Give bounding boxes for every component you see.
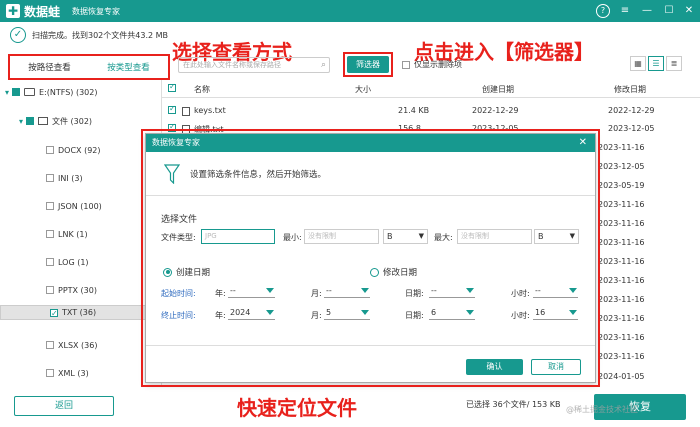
modified-date: 2023-11-16 bbox=[598, 219, 645, 228]
tree-item-log[interactable]: LOG (1) bbox=[0, 250, 162, 274]
tree-item-label: LOG (1) bbox=[58, 257, 89, 267]
col-modified[interactable]: 修改日期 bbox=[614, 84, 646, 95]
select-all-checkbox[interactable] bbox=[168, 82, 176, 92]
watermark: @稀土掘金技术社区 bbox=[566, 405, 638, 414]
only-deleted-box[interactable] bbox=[402, 60, 410, 69]
scan-status-text: 扫描完成。找到302个文件共43.2 MB bbox=[32, 30, 169, 40]
row-created: 2022-12-29 bbox=[472, 106, 519, 115]
view-mode-icons: ▦ ☰ ≣ bbox=[628, 56, 682, 71]
tree-item-json[interactable]: JSON (100) bbox=[0, 194, 162, 218]
modified-date: 2023-11-16 bbox=[598, 314, 645, 323]
search-input[interactable]: 在此处输入文件名称或保存路径 ⌕ bbox=[178, 57, 330, 73]
tree-checkbox[interactable] bbox=[46, 230, 54, 238]
annotation-box-dialog bbox=[141, 129, 600, 387]
logo-text: 数据蛙 bbox=[24, 4, 61, 19]
tree-item-folder[interactable]: ▾ 文件 (302) bbox=[0, 109, 162, 133]
file-icon bbox=[182, 107, 190, 116]
title-bar: ✚ 数据蛙 数据恢复专家 ? ≡ — ☐ ✕ bbox=[0, 0, 700, 22]
folder-icon bbox=[38, 117, 48, 125]
row-checkbox[interactable] bbox=[168, 104, 176, 114]
tree-checkbox[interactable] bbox=[46, 286, 54, 294]
tree-item-label: JSON (100) bbox=[58, 201, 102, 211]
tree-checkbox[interactable] bbox=[46, 341, 54, 349]
tree-checkbox[interactable] bbox=[12, 86, 20, 96]
modified-date: 2023-11-16 bbox=[598, 295, 645, 304]
tree-item-drive[interactable]: ▾ E:(NTFS) (302) bbox=[0, 80, 162, 104]
menu-icon[interactable]: ≡ bbox=[618, 4, 632, 18]
tree-item-docx[interactable]: DOCX (92) bbox=[0, 138, 162, 162]
col-name[interactable]: 名称 bbox=[194, 84, 210, 95]
caret-down-icon[interactable]: ▾ bbox=[16, 117, 26, 126]
tree-item-label: PPTX (30) bbox=[58, 285, 97, 295]
tree-item-label: XML (3) bbox=[58, 368, 89, 378]
search-icon[interactable]: ⌕ bbox=[321, 58, 326, 72]
detail-view-icon[interactable]: ≣ bbox=[666, 56, 682, 71]
tree-checkbox[interactable] bbox=[46, 369, 54, 377]
col-size[interactable]: 大小 bbox=[355, 84, 371, 95]
modified-date: 2024-01-05 bbox=[598, 372, 645, 381]
selection-info: 已选择 36个文件/ 153 KB bbox=[466, 400, 561, 409]
back-button[interactable]: 返回 bbox=[14, 396, 114, 416]
app-title: 数据恢复专家 bbox=[72, 6, 121, 16]
modified-date: 2023-11-16 bbox=[598, 276, 645, 285]
tree-item-pptx[interactable]: PPTX (30) bbox=[0, 278, 162, 302]
row-modified: 2022-12-29 bbox=[608, 106, 655, 115]
logo-icon: ✚ bbox=[6, 4, 20, 18]
minimize-icon[interactable]: — bbox=[640, 4, 654, 18]
tree-item-label: DOCX (92) bbox=[58, 145, 101, 155]
modified-date: 2023-11-16 bbox=[598, 257, 645, 266]
tree-item-lnk[interactable]: LNK (1) bbox=[0, 222, 162, 246]
modified-date: 2023-11-16 bbox=[598, 238, 645, 247]
row-modified: 2023-12-05 bbox=[608, 124, 655, 133]
tree-item-label: LNK (1) bbox=[58, 229, 88, 239]
scan-status: ✓ 扫描完成。找到302个文件共43.2 MB bbox=[10, 26, 168, 44]
modified-date: 2023-11-16 bbox=[598, 200, 645, 209]
row-name: keys.txt bbox=[194, 106, 226, 115]
col-created[interactable]: 创建日期 bbox=[482, 84, 514, 95]
tree-checkbox[interactable] bbox=[26, 115, 34, 125]
tree-checkbox[interactable] bbox=[46, 146, 54, 154]
help-icon[interactable]: ? bbox=[596, 4, 610, 18]
annotation-box-view-tabs bbox=[8, 54, 170, 80]
tree-item-label: INI (3) bbox=[58, 173, 83, 183]
check-circle-icon: ✓ bbox=[10, 27, 26, 43]
modified-date: 2023-11-16 bbox=[598, 333, 645, 342]
annotation-box-filter bbox=[343, 52, 393, 77]
grid-view-icon[interactable]: ▦ bbox=[630, 56, 646, 71]
tree-item-ini[interactable]: INI (3) bbox=[0, 166, 162, 190]
table-header: 名称 大小 创建日期 修改日期 bbox=[162, 80, 700, 98]
tree-checkbox[interactable] bbox=[50, 307, 58, 320]
app-logo: ✚ 数据蛙 bbox=[6, 3, 60, 20]
only-deleted-label: 仅显示删除项 bbox=[414, 60, 462, 69]
table-row[interactable]: keys.txt 21.4 KB 2022-12-29 2022-12-29 bbox=[162, 102, 700, 120]
caret-down-icon[interactable]: ▾ bbox=[2, 88, 12, 97]
close-icon[interactable]: ✕ bbox=[682, 4, 696, 18]
only-deleted-checkbox[interactable]: 仅显示删除项 bbox=[402, 59, 462, 70]
tree-item-label: TXT (36) bbox=[62, 308, 97, 317]
tree-item-xml[interactable]: XML (3) bbox=[0, 361, 162, 385]
list-view-icon[interactable]: ☰ bbox=[648, 56, 664, 71]
tree-checkbox[interactable] bbox=[46, 174, 54, 182]
maximize-icon[interactable]: ☐ bbox=[662, 4, 676, 18]
tree-item-label: 文件 (302) bbox=[52, 116, 93, 126]
tree-item-txt[interactable]: TXT (36) bbox=[0, 305, 162, 320]
tree-item-label: E:(NTFS) (302) bbox=[39, 87, 98, 97]
modified-date: 2023-11-16 bbox=[598, 143, 645, 152]
row-size: 21.4 KB bbox=[398, 106, 430, 115]
modified-date: 2023-12-05 bbox=[598, 162, 645, 171]
modified-date: 2023-11-16 bbox=[598, 352, 645, 361]
tree-item-label: XLSX (36) bbox=[58, 340, 98, 350]
tree-item-xlsx[interactable]: XLSX (36) bbox=[0, 333, 162, 357]
tree-checkbox[interactable] bbox=[46, 202, 54, 210]
drive-icon bbox=[24, 88, 35, 96]
modified-date: 2023-05-19 bbox=[598, 181, 645, 190]
sidebar-tree: ▾ E:(NTFS) (302) ▾ 文件 (302) DOCX (92) IN… bbox=[0, 80, 162, 386]
search-placeholder: 在此处输入文件名称或保存路径 bbox=[183, 61, 281, 69]
tree-checkbox[interactable] bbox=[46, 258, 54, 266]
